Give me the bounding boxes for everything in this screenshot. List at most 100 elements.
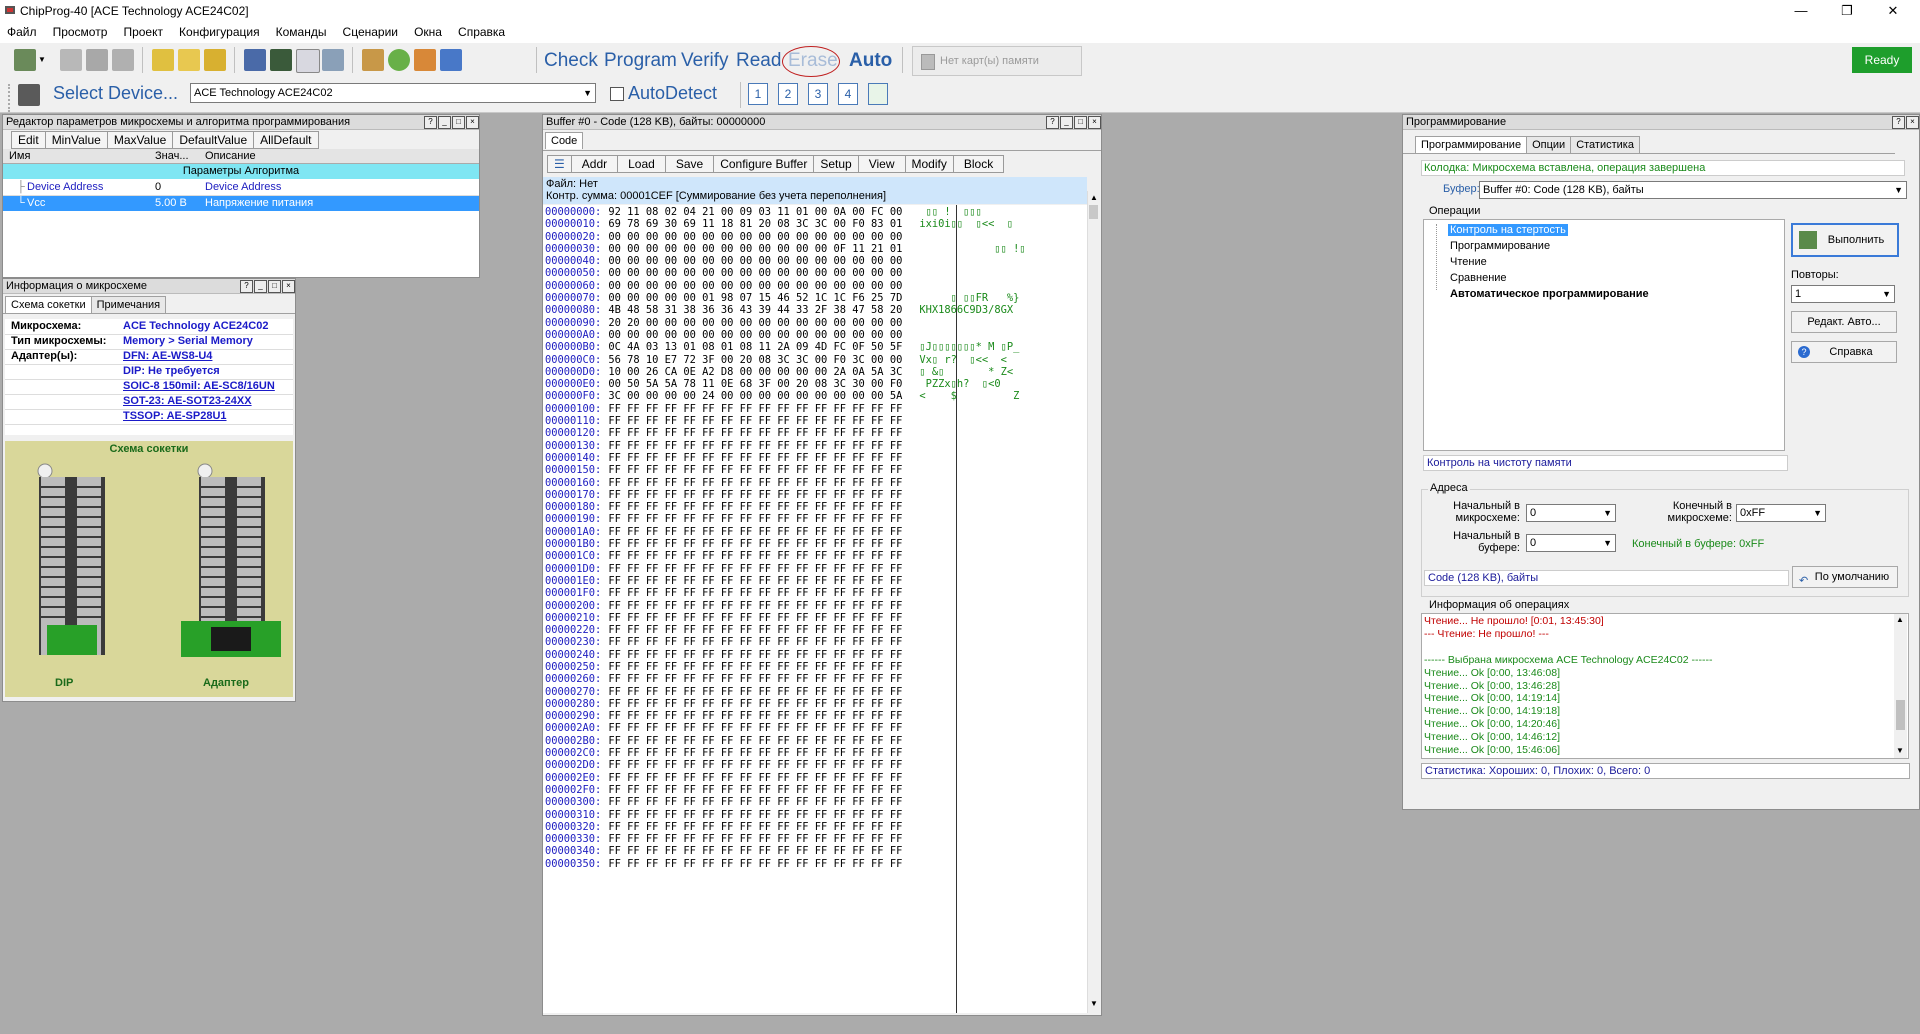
chip-icon[interactable]	[60, 49, 82, 71]
minimize-icon[interactable]: _	[254, 280, 267, 293]
site-2-button[interactable]: 2	[778, 83, 798, 105]
minvalue-button[interactable]: MinValue	[44, 131, 108, 149]
close-button[interactable]: ✕	[1870, 0, 1916, 22]
hex-row[interactable]: 00000110: FF FF FF FF FF FF FF FF FF FF F…	[545, 415, 1026, 427]
auto-button[interactable]: Auto	[849, 50, 892, 72]
log-scrollbar[interactable]: ▲ ▼	[1894, 614, 1907, 758]
chip2-icon[interactable]	[86, 49, 108, 71]
adapter-link[interactable]: DFN: AE-WS8-U4	[123, 350, 212, 362]
programmer-icon[interactable]	[244, 49, 266, 71]
program-button[interactable]: Program	[604, 50, 677, 72]
adapter-link[interactable]: SOIC-8 150mil: AE-SC8/16UN	[123, 380, 275, 392]
hex-row[interactable]: 000001C0: FF FF FF FF FF FF FF FF FF FF F…	[545, 550, 1026, 562]
hex-row[interactable]: 000001E0: FF FF FF FF FF FF FF FF FF FF F…	[545, 575, 1026, 587]
execute-button[interactable]: Выполнить	[1791, 223, 1899, 257]
select-device-button[interactable]: Select Device...	[53, 83, 178, 104]
close-icon[interactable]: ×	[282, 280, 295, 293]
hex-row[interactable]: 00000310: FF FF FF FF FF FF FF FF FF FF F…	[545, 809, 1026, 821]
help-icon[interactable]: ?	[240, 280, 253, 293]
hex-row[interactable]: 000001F0: FF FF FF FF FF FF FF FF FF FF F…	[545, 587, 1026, 599]
hex-row[interactable]: 000000C0: 56 78 10 E7 72 3F 00 20 08 3C 3…	[545, 354, 1026, 366]
device-icon[interactable]	[14, 49, 36, 71]
select-device-icon[interactable]	[18, 84, 40, 106]
op-erase-check[interactable]: Контроль на стертость	[1448, 224, 1568, 236]
adapter-link[interactable]: TSSOP: AE-SP28U1	[123, 410, 227, 422]
hex-row[interactable]: 00000280: FF FF FF FF FF FF FF FF FF FF F…	[545, 698, 1026, 710]
hex-row[interactable]: 00000060: 00 00 00 00 00 00 00 00 00 00 0…	[545, 280, 1026, 292]
check-button[interactable]: Check	[544, 50, 598, 72]
scroll-thumb[interactable]	[1896, 700, 1905, 730]
close-icon[interactable]: ×	[466, 116, 479, 129]
scroll-up-icon[interactable]: ▲	[1090, 193, 1098, 202]
hex-row[interactable]: 00000100: FF FF FF FF FF FF FF FF FF FF F…	[545, 403, 1026, 415]
hex-view[interactable]: 00000000: 92 11 08 02 04 21 00 09 03 11 0…	[543, 205, 1087, 1013]
buffer-select[interactable]: Buffer #0: Code (128 KB), байты ▼	[1479, 181, 1907, 199]
hex-row[interactable]: 00000200: FF FF FF FF FF FF FF FF FF FF F…	[545, 600, 1026, 612]
help-button[interactable]: ? Справка	[1791, 341, 1897, 363]
op-program[interactable]: Программирование	[1450, 240, 1550, 252]
tab-socket-scheme[interactable]: Схема сокетки	[5, 296, 92, 313]
close-icon[interactable]: ×	[1088, 116, 1101, 129]
hex-row[interactable]: 00000000: 92 11 08 02 04 21 00 09 03 11 0…	[545, 206, 1026, 218]
save-button[interactable]: Save	[664, 155, 715, 173]
autodetect-label[interactable]: AutoDetect	[628, 83, 717, 104]
hex-row[interactable]: 00000260: FF FF FF FF FF FF FF FF FF FF F…	[545, 673, 1026, 685]
hex-row[interactable]: 00000220: FF FF FF FF FF FF FF FF FF FF F…	[545, 624, 1026, 636]
op-auto[interactable]: Автоматическое программирование	[1450, 288, 1649, 300]
restore-icon[interactable]: □	[1074, 116, 1087, 129]
hex-row[interactable]: 00000250: FF FF FF FF FF FF FF FF FF FF F…	[545, 661, 1026, 673]
close-icon[interactable]: ×	[1906, 116, 1919, 129]
hex-row[interactable]: 000000A0: 00 00 00 00 00 00 00 00 00 00 0…	[545, 329, 1026, 341]
menu-scripts[interactable]: Сценарии	[336, 22, 404, 39]
hex-row[interactable]: 000000F0: 3C 00 00 00 00 24 00 00 00 00 0…	[545, 390, 1026, 402]
open-project-icon[interactable]	[178, 49, 200, 71]
maxvalue-button[interactable]: MaxValue	[106, 131, 174, 149]
hex-row[interactable]: 000002A0: FF FF FF FF FF FF FF FF FF FF F…	[545, 722, 1026, 734]
hex-row[interactable]: 00000070: 00 00 00 00 00 01 98 07 15 46 5…	[545, 292, 1026, 304]
table-row[interactable]: ├ Device Address 0 Device Address	[3, 180, 479, 196]
hex-row[interactable]: 000000D0: 10 00 26 CA 0E A2 D8 00 00 00 0…	[545, 366, 1026, 378]
hex-row[interactable]: 00000210: FF FF FF FF FF FF FF FF FF FF F…	[545, 612, 1026, 624]
hex-row[interactable]: 00000320: FF FF FF FF FF FF FF FF FF FF F…	[545, 821, 1026, 833]
view-button[interactable]: View	[857, 155, 906, 173]
setup-button[interactable]: Setup	[813, 155, 859, 173]
window-icon[interactable]	[440, 49, 462, 71]
hex-row[interactable]: 000001A0: FF FF FF FF FF FF FF FF FF FF F…	[545, 526, 1026, 538]
menu-windows[interactable]: Окна	[407, 22, 448, 39]
read-button[interactable]: Read	[736, 50, 781, 72]
hex-row[interactable]: 00000230: FF FF FF FF FF FF FF FF FF FF F…	[545, 636, 1026, 648]
scroll-down-icon[interactable]: ▼	[1896, 746, 1904, 755]
config-icon[interactable]	[362, 49, 384, 71]
hex-row[interactable]: 00000140: FF FF FF FF FF FF FF FF FF FF F…	[545, 452, 1026, 464]
addr-button[interactable]: Addr	[570, 155, 619, 173]
op-read[interactable]: Чтение	[1450, 256, 1487, 268]
new-project-icon[interactable]	[152, 49, 174, 71]
chip-view-icon[interactable]	[270, 49, 292, 71]
sites-check-icon[interactable]	[868, 83, 888, 105]
scroll-down-icon[interactable]: ▼	[1090, 999, 1098, 1008]
hex-row[interactable]: 000002E0: FF FF FF FF FF FF FF FF FF FF F…	[545, 772, 1026, 784]
refresh-icon[interactable]	[388, 49, 410, 71]
modify-button[interactable]: Modify	[904, 155, 954, 173]
repeats-select[interactable]: 1 ▼	[1791, 285, 1895, 303]
alldefault-button[interactable]: AllDefault	[253, 131, 319, 149]
load-button[interactable]: Load	[617, 155, 666, 173]
start-chip-select[interactable]: 0 ▼	[1526, 504, 1616, 522]
save-project-icon[interactable]	[204, 49, 226, 71]
eraser-icon[interactable]	[322, 49, 344, 71]
hex-row[interactable]: 000001B0: FF FF FF FF FF FF FF FF FF FF F…	[545, 538, 1026, 550]
hex-row[interactable]: 00000340: FF FF FF FF FF FF FF FF FF FF F…	[545, 845, 1026, 857]
hex-row[interactable]: 00000150: FF FF FF FF FF FF FF FF FF FF F…	[545, 464, 1026, 476]
menu-file[interactable]: Файл	[0, 22, 43, 39]
help-icon[interactable]: ?	[1892, 116, 1905, 129]
hex-row[interactable]: 00000170: FF FF FF FF FF FF FF FF FF FF F…	[545, 489, 1026, 501]
tab-notes[interactable]: Примечания	[90, 296, 167, 313]
configure-buffer-button[interactable]: Configure Buffer	[713, 155, 815, 173]
end-chip-select[interactable]: 0xFF ▼	[1736, 504, 1826, 522]
hex-row[interactable]: 000001D0: FF FF FF FF FF FF FF FF FF FF F…	[545, 563, 1026, 575]
add-icon[interactable]	[414, 49, 436, 71]
grid-icon[interactable]	[296, 49, 320, 73]
help-icon[interactable]: ?	[424, 116, 437, 129]
hex-row[interactable]: 00000030: 00 00 00 00 00 00 00 00 00 00 0…	[545, 243, 1026, 255]
edit-auto-button[interactable]: Редакт. Авто...	[1791, 311, 1897, 333]
